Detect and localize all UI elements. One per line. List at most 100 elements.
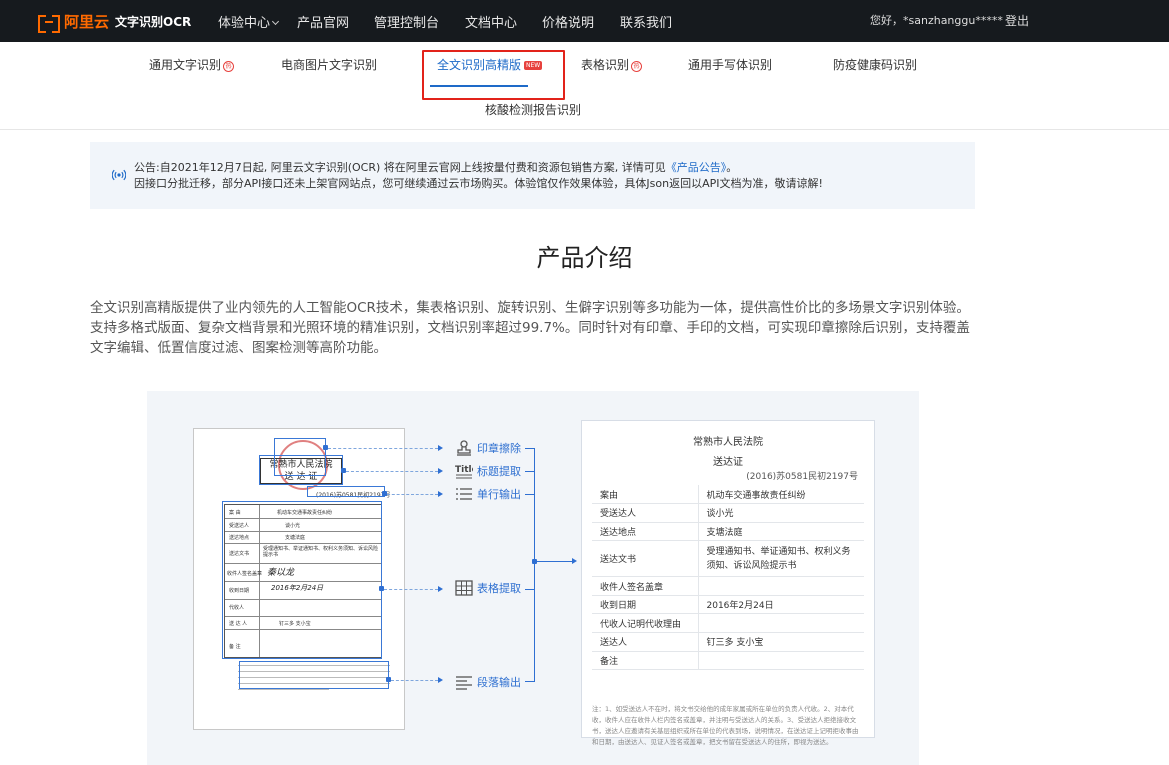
tab-label: 表格识别 — [581, 58, 630, 72]
tab-ecommerce-ocr[interactable]: 电商图片文字识别 — [281, 56, 377, 73]
nav-item-pricing[interactable]: 价格说明 — [542, 12, 594, 31]
arrow-icon — [438, 586, 443, 592]
paragraph-icon — [456, 676, 472, 690]
nav-item-experience-center[interactable]: 体验中心 — [218, 12, 280, 31]
result-key-cell: 收件人签名盖章 — [592, 576, 699, 596]
result-key-cell: 案由 — [592, 485, 699, 505]
merge-tick — [525, 681, 535, 682]
tab-label: 通用文字识别 — [149, 58, 222, 72]
feature-title-extract: Title 标题提取 — [455, 463, 521, 479]
tab-nucleic-acid-report[interactable]: 核酸检测报告识别 — [485, 101, 581, 118]
result-value-cell: 支塘法庭 — [698, 522, 864, 542]
announcement-text: 公告:自2021年12月7日起, 阿里云文字识别(OCR) 将在阿里云官网上线按… — [134, 161, 666, 174]
result-key-cell: 送达地点 — [592, 522, 699, 542]
arrow-icon — [438, 445, 443, 451]
svg-text:Title: Title — [455, 465, 473, 475]
logout-link[interactable]: 登出 — [1005, 12, 1029, 29]
connector-line — [346, 471, 438, 472]
tab-handwriting-ocr[interactable]: 通用手写体识别 — [688, 56, 772, 73]
feature-label: 标题提取 — [477, 465, 521, 478]
result-key-cell: 代收人记明代收理由 — [592, 613, 699, 634]
result-key-cell: 受送达人 — [592, 503, 699, 523]
nav-item-label: 体验中心 — [218, 16, 271, 31]
tab-health-code-ocr[interactable]: 防疫健康码识别 — [833, 56, 917, 73]
result-value-cell — [698, 613, 864, 634]
result-value-cell: 机动车交通事故责任纠纷 — [698, 485, 864, 505]
tab-table-ocr[interactable]: 表格识别热 — [581, 56, 643, 73]
feature-diagram: 常熟市人民法院 送 达 证 (2016)苏0581民初2197号 案 由 机动车… — [147, 391, 919, 765]
merge-line — [534, 448, 535, 682]
arrow-icon — [438, 677, 443, 683]
result-key-cell: 备注 — [592, 651, 699, 671]
line-highlight-box — [307, 486, 385, 497]
table-icon — [455, 580, 473, 596]
result-court: 常熟市人民法院 — [693, 437, 763, 448]
product-name: 文字识别OCR — [115, 15, 192, 29]
feature-seal-removal: 印章擦除 — [455, 440, 521, 456]
aliyun-logo[interactable]: 阿里云 文字识别OCR — [38, 11, 192, 33]
brand-name: 阿里云 — [64, 13, 110, 31]
section-title: 产品介绍 — [536, 244, 633, 272]
announcement-line-1: 公告:自2021年12月7日起, 阿里云文字识别(OCR) 将在阿里云官网上线按… — [134, 159, 737, 175]
paragraph-highlight-box — [239, 661, 389, 689]
feature-table-extract: 表格提取 — [455, 580, 521, 596]
table-row: 备注 — [592, 651, 864, 671]
connector-line — [537, 561, 573, 562]
announcement-text-end: 。 — [726, 161, 738, 174]
nav-item-product-site[interactable]: 产品官网 — [297, 12, 349, 31]
arrow-icon — [572, 558, 577, 564]
result-value-cell: 受理通知书、举证通知书、权利义务须知、诉讼风险提示书 — [698, 540, 864, 578]
table-row: 收件人签名盖章 — [592, 576, 864, 596]
arrow-icon — [438, 468, 443, 474]
feature-line-output: 单行输出 — [455, 486, 521, 502]
announcement-banner: 公告:自2021年12月7日起, 阿里云文字识别(OCR) 将在阿里云官网上线按… — [90, 142, 975, 209]
result-value-cell: 2016年2月24日 — [698, 595, 864, 615]
feature-label: 印章擦除 — [477, 442, 521, 455]
result-value-cell: 谈小光 — [698, 503, 864, 523]
result-key-cell: 收到日期 — [592, 595, 699, 615]
table-row: 送达地点 支塘法庭 — [592, 522, 864, 542]
table-row: 送达文书 受理通知书、举证通知书、权利义务须知、诉讼风险提示书 — [592, 540, 864, 578]
merge-tick — [525, 471, 535, 472]
product-intro-text: 全文识别高精版提供了业内领先的人工智能OCR技术，集表格识别、旋转识别、生僻字识… — [90, 300, 970, 356]
result-value-cell: 钉三多 支小宝 — [698, 632, 864, 652]
feature-label: 单行输出 — [477, 488, 521, 501]
tab-general-ocr[interactable]: 通用文字识别热 — [149, 56, 235, 73]
feature-label: 表格提取 — [477, 582, 521, 595]
announcement-link[interactable]: 《产品公告》 — [666, 161, 727, 174]
announcement-line-2: 因接口分批迁移，部分API接口还未上架官网站点，您可继续通过云市场购买。体验馆仅… — [134, 177, 823, 190]
result-note: 注：1、如受送达人不在时，将文书交给他的成年家属或所在单位的负责人代收。2、对本… — [592, 705, 859, 746]
merge-tick — [525, 589, 535, 590]
nav-item-docs[interactable]: 文档中心 — [465, 12, 517, 31]
connector-line — [328, 448, 438, 449]
feature-label: 段落输出 — [477, 676, 521, 689]
broadcast-icon — [112, 169, 126, 181]
result-value-cell — [698, 651, 864, 671]
connector-line — [387, 494, 438, 495]
table-row: 案由 机动车交通事故责任纠纷 — [592, 485, 864, 505]
top-nav: 阿里云 文字识别OCR 体验中心 产品官网 管理控制台 文档中心 价格说明 联系… — [0, 0, 1169, 42]
result-doc-title: 送达证 — [713, 457, 743, 468]
nav-item-contact[interactable]: 联系我们 — [620, 12, 672, 31]
result-doc-number: (2016)苏0581民初2197号 — [746, 472, 858, 482]
result-key-cell: 送达文书 — [592, 540, 699, 578]
hot-icon: 热 — [223, 61, 235, 72]
table-highlight-box — [222, 501, 382, 659]
user-greeting[interactable]: 您好，*sanzhanggu***** — [870, 12, 1003, 28]
chevron-down-icon — [271, 17, 280, 26]
arrow-icon — [438, 491, 443, 497]
active-tab-highlight — [422, 50, 565, 100]
table-row: 收到日期 2016年2月24日 — [592, 595, 864, 615]
connector-line — [384, 589, 438, 590]
tab-divider — [0, 129, 1169, 130]
result-table: 案由 机动车交通事故责任纠纷 受送达人 谈小光 送达地点 支塘法庭 送达文书 受理通知书、举证… — [592, 485, 864, 671]
recognition-result: 常熟市人民法院 送达证 (2016)苏0581民初2197号 案由 机动车交通事故… — [581, 420, 875, 746]
stamp-icon — [457, 440, 471, 456]
nav-item-console[interactable]: 管理控制台 — [374, 12, 439, 31]
merge-tick — [525, 494, 535, 495]
connector-line — [391, 680, 438, 681]
title-icon: Title — [455, 465, 473, 479]
table-row: 代收人记明代收理由 — [592, 613, 864, 634]
list-icon — [456, 488, 472, 500]
table-row: 受送达人 谈小光 — [592, 503, 864, 523]
